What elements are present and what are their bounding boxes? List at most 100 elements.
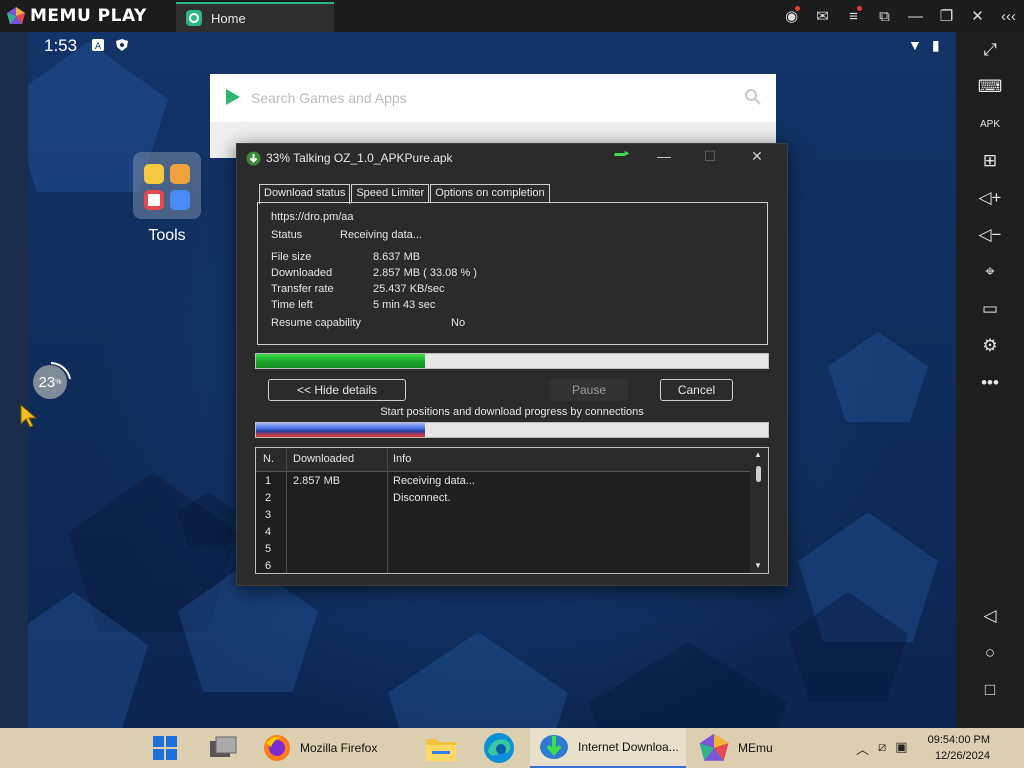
tab-home-label: Home — [211, 10, 246, 26]
taskbar-clock[interactable]: 09:54:00 PM 12/26/2024 — [924, 732, 990, 764]
tab-options-on-completion[interactable]: Options on completion — [430, 184, 550, 203]
file-manager-icon — [144, 164, 164, 184]
search-icon[interactable] — [744, 88, 762, 106]
back-icon[interactable]: ◁ — [956, 604, 1024, 628]
table-cell-n: 6 — [265, 560, 272, 572]
connections-table-header: N. Downloaded Info — [256, 448, 750, 472]
table-cell-n: 5 — [265, 543, 272, 555]
dialog-titlebar: 33% Talking OZ_1.0_APKPure.apk ▬▸ — ☐ ✕ — [237, 144, 787, 174]
wifi-icon: ▼ — [908, 37, 922, 53]
connections-progress-fill — [256, 423, 425, 437]
col-info-header[interactable]: Info — [393, 453, 411, 465]
shield-icon — [116, 39, 128, 51]
svg-text:A: A — [95, 42, 102, 51]
maximize-icon[interactable]: ❐ — [931, 0, 962, 32]
table-scrollbar[interactable]: ▲ ▼ — [750, 448, 768, 573]
tray-overflow-icon[interactable]: ︿ — [856, 739, 869, 758]
downloads-icon — [170, 190, 190, 210]
scrollbar-thumb[interactable] — [756, 466, 761, 482]
connections-table: N. Downloaded Info 1 2.857 MB Receiving da… — [255, 447, 769, 574]
scroll-down-icon[interactable]: ▼ — [754, 561, 762, 570]
taskbar-file-explorer[interactable] — [424, 728, 458, 768]
pause-button[interactable]: Pause — [550, 379, 628, 401]
table-cell-info: Receiving data... — [393, 475, 475, 487]
table-cell-n: 4 — [265, 526, 272, 538]
location-icon[interactable]: ⌖ — [956, 260, 1024, 284]
battery-icon: ▮ — [931, 37, 940, 53]
idm-icon — [246, 151, 261, 166]
firefox-icon — [264, 735, 290, 761]
taskbar-firefox-label: Mozilla Firefox — [300, 741, 378, 755]
download-url: https://dro.pm/aa — [271, 211, 354, 223]
taskbar-memu[interactable]: MEmu — [698, 728, 773, 768]
tab-home[interactable]: Home — [176, 2, 334, 32]
settings-icon[interactable]: ⚙ — [956, 334, 1024, 358]
dialog-minimize-icon[interactable]: — — [649, 148, 679, 164]
tools-folder[interactable] — [133, 152, 201, 219]
taskbar-firefox[interactable]: Mozilla Firefox — [262, 728, 377, 768]
time-left-value: 5 min 43 sec — [373, 299, 436, 311]
status-bar-time: 1:53 — [44, 36, 78, 55]
more-icon[interactable]: ••• — [956, 371, 1024, 395]
multi-instance-icon[interactable]: ⊞ — [956, 149, 1024, 173]
start-button[interactable] — [152, 728, 178, 768]
windows-start-icon — [153, 736, 177, 760]
user-account-icon[interactable]: ◉ — [776, 0, 807, 32]
hide-details-button[interactable]: << Hide details — [268, 379, 406, 401]
apk-install-icon[interactable]: APK — [956, 112, 1024, 136]
status-bar-right: ▼ ▮ — [908, 37, 940, 54]
volume-down-icon[interactable]: ◁− — [956, 223, 1024, 247]
dialog-tabs: Download status Speed Limiter Options on… — [259, 184, 551, 204]
taskbar-idm-label: Internet Downloa... — [578, 740, 679, 754]
network-icon[interactable]: ⧄ — [878, 739, 886, 758]
memu-gem-icon — [7, 7, 25, 24]
taskbar-memu-label: MEmu — [738, 741, 773, 755]
folder-icon[interactable]: ▭ — [956, 297, 1024, 321]
recents-icon[interactable]: □ — [956, 678, 1024, 702]
downloaded-value: 2.857 MB ( 33.08 % ) — [373, 267, 477, 279]
tab-speed-limiter[interactable]: Speed Limiter — [351, 184, 430, 203]
dialog-maximize-icon[interactable]: ☐ — [695, 148, 725, 165]
collapse-sidebar-icon[interactable]: ‹‹‹ — [993, 0, 1024, 32]
taskbar-edge[interactable] — [482, 728, 516, 768]
file-size-label: File size — [271, 251, 312, 263]
scroll-up-icon[interactable]: ▲ — [754, 450, 762, 459]
download-dialog: 33% Talking OZ_1.0_APKPure.apk ▬▸ — ☐ ✕ … — [236, 143, 788, 586]
memu-logo: MEMU PLAY — [6, 6, 147, 26]
battery-widget[interactable]: 23% — [33, 365, 67, 399]
tab-download-status[interactable]: Download status — [259, 184, 351, 204]
downloaded-label: Downloaded — [271, 267, 333, 279]
system-tray: ︿ ⧄ ▣ — [856, 739, 908, 758]
windows-taskbar: Mozilla Firefox Internet Downloa... MEmu… — [0, 728, 1024, 768]
fullscreen-icon[interactable]: ⤢ — [956, 38, 1024, 62]
minimize-icon[interactable]: — — [900, 0, 931, 32]
accessibility-icon: A — [92, 39, 104, 51]
dialog-close-icon[interactable]: ✕ — [742, 148, 772, 165]
home-icon[interactable]: ○ — [956, 641, 1024, 665]
time-left-label: Time left — [271, 299, 313, 311]
display-icon[interactable]: ▣ — [895, 739, 907, 758]
search-placeholder: Search Games and Apps — [251, 90, 407, 106]
taskbar-idm[interactable]: Internet Downloa... — [530, 728, 686, 768]
task-view-button[interactable] — [208, 728, 238, 768]
internet-download-manager-icon — [540, 735, 568, 759]
keyboard-icon[interactable]: ⌨ — [956, 75, 1024, 99]
table-cell-info: Disconnect. — [393, 492, 451, 504]
col-number-header[interactable]: N. — [263, 453, 274, 465]
cancel-button[interactable]: Cancel — [660, 379, 733, 401]
table-cell-n: 3 — [265, 509, 272, 521]
mail-icon[interactable]: ✉ — [807, 0, 838, 32]
left-bezel — [0, 32, 28, 728]
gallery-icon — [170, 164, 190, 184]
volume-up-icon[interactable]: ◁+ — [956, 186, 1024, 210]
memu-brand-text: MEMU PLAY — [30, 6, 147, 26]
file-size-value: 8.637 MB — [373, 251, 421, 263]
close-icon[interactable]: ✕ — [962, 0, 993, 32]
pin-icon[interactable]: ▬▸ — [607, 148, 637, 159]
emulator-window-controls: ◉ ✉ ≡ ⧉ — ❐ ✕ ‹‹‹ — [776, 0, 1024, 32]
screen-mode-icon[interactable]: ⧉ — [869, 0, 900, 32]
col-downloaded-header[interactable]: Downloaded — [293, 453, 354, 465]
battery-percent: 23 — [38, 373, 56, 391]
menu-icon[interactable]: ≡ — [838, 0, 869, 32]
table-cell-downloaded: 2.857 MB — [293, 475, 341, 487]
